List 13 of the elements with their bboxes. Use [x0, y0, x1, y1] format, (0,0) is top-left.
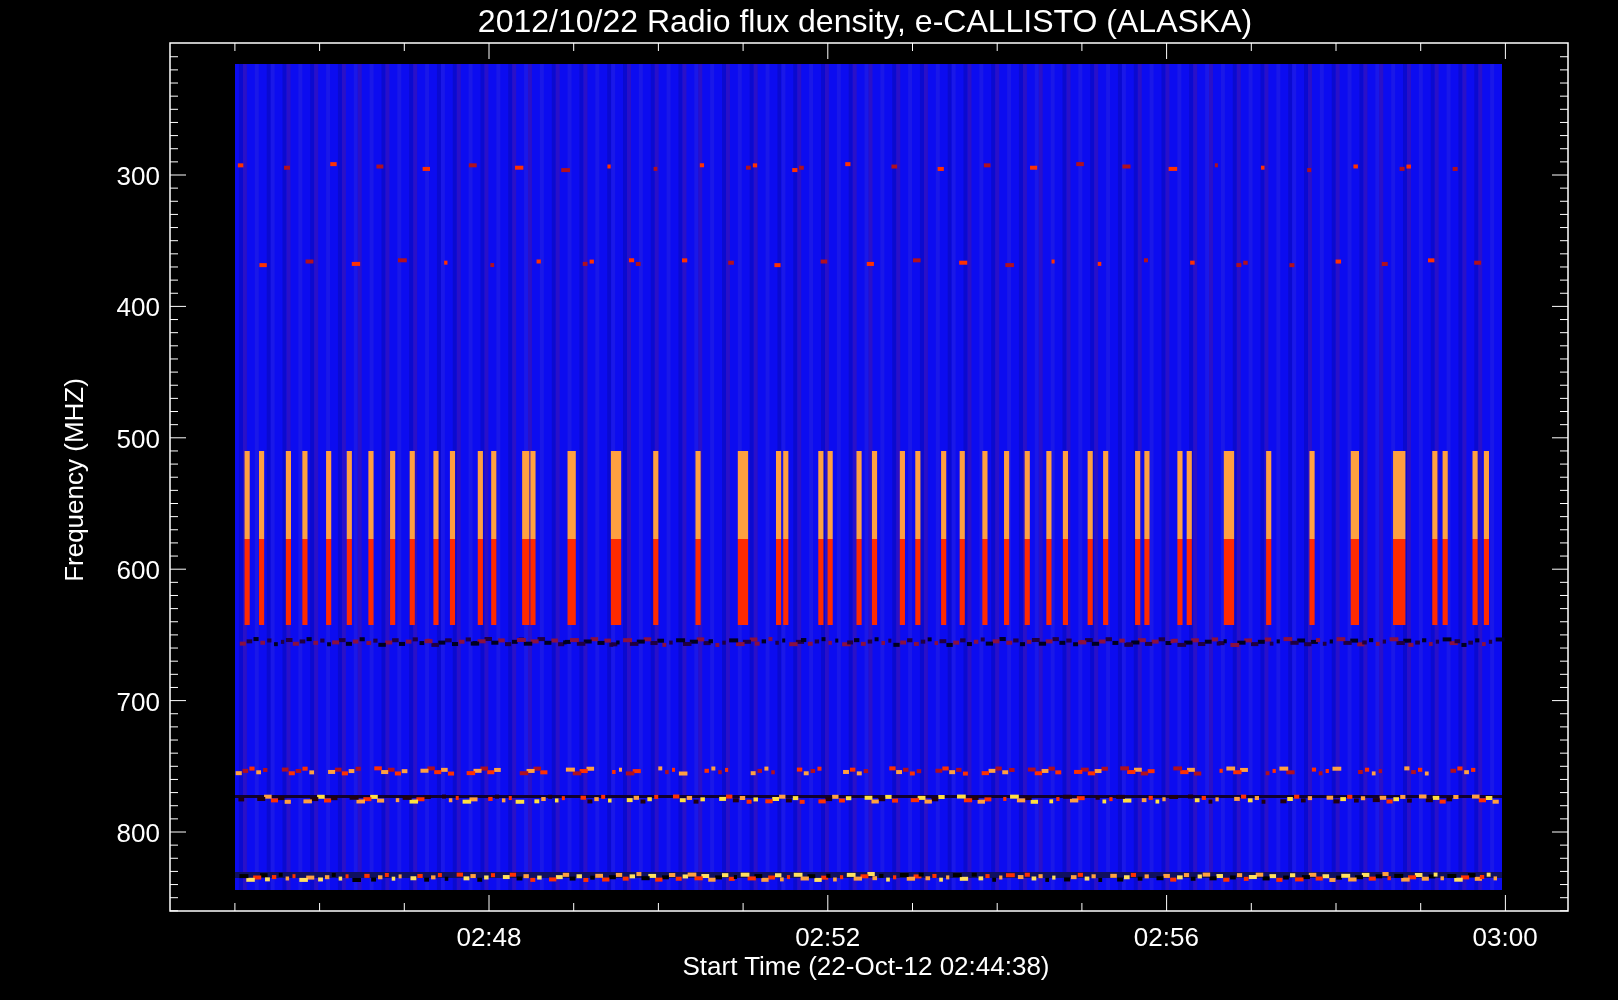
tick-label: 700 — [116, 686, 160, 717]
chart-title: 2012/10/22 Radio flux density, e-CALLISTO (ALASKA) — [477, 3, 1253, 39]
tick-label: 800 — [116, 818, 160, 848]
axis-label: Start Time (22-Oct-12 02:44:38) — [682, 951, 1050, 981]
tick-label: 500 — [116, 423, 160, 454]
tick-label: 300 — [116, 161, 160, 191]
tick-label: 600 — [116, 555, 160, 586]
tick-label: 02:48 — [456, 922, 522, 952]
tick-label: 03:00 — [1472, 922, 1538, 952]
tick-label: 02:56 — [1133, 922, 1199, 952]
axis-label: Frequency (MHZ) — [59, 378, 89, 582]
tick-label: 02:52 — [795, 922, 861, 952]
tick-label: 400 — [116, 292, 160, 323]
